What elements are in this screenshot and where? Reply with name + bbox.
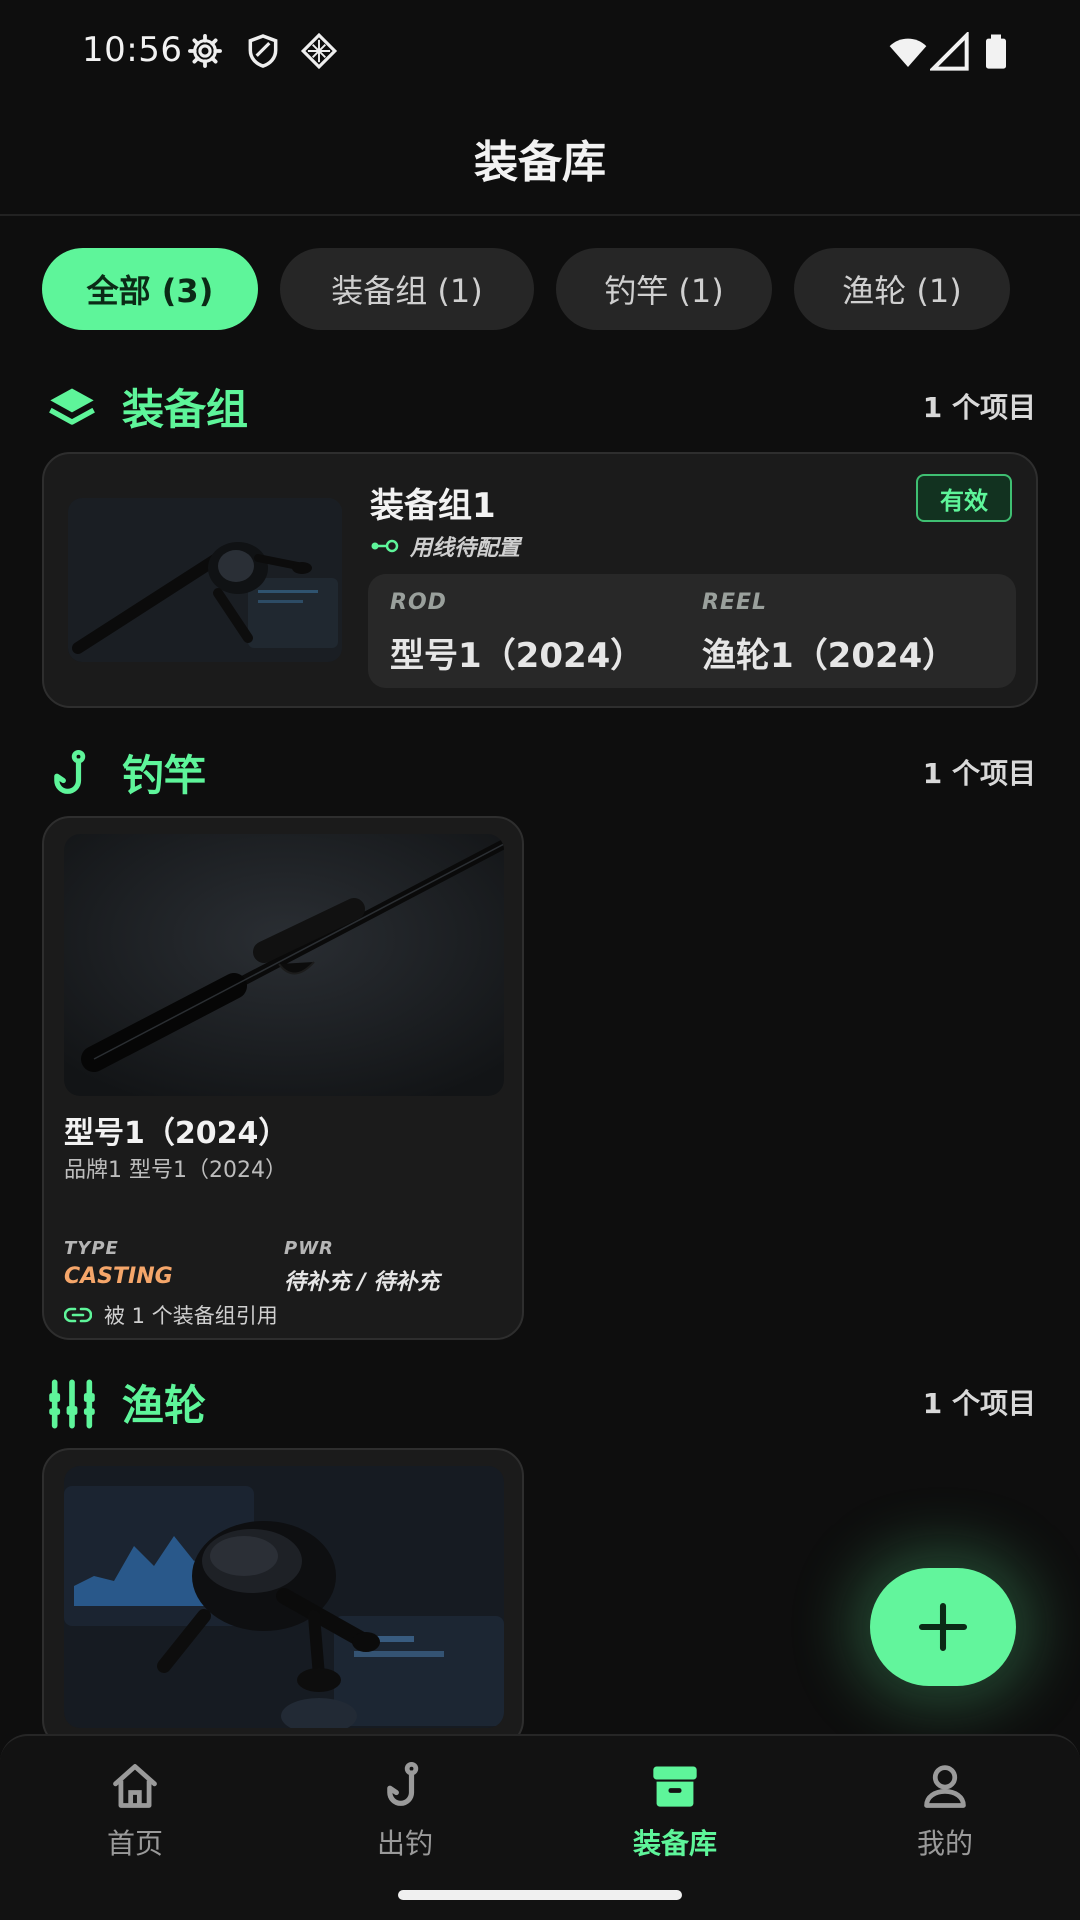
reel-label: REEL: [702, 590, 768, 615]
archive-icon: [653, 1766, 697, 1807]
section-count-rods: 1 个项目: [922, 757, 1036, 790]
rod-subtitle: 品牌1 型号1（2024）: [64, 1158, 287, 1183]
filter-chip-reels[interactable]: 渔轮 (1): [794, 248, 1010, 330]
app-header: 装备库: [0, 100, 1080, 216]
layers-icon: [49, 388, 95, 425]
nav-item-profile[interactable]: 我的: [845, 1760, 1045, 1880]
nav-label-fishing: 出钓: [376, 1827, 433, 1860]
reel-image: [64, 1466, 504, 1728]
reel-card[interactable]: [42, 1448, 524, 1748]
line-status-text: 用线待配置: [410, 536, 521, 561]
battery-icon: [986, 34, 1006, 69]
status-bar: 10:56: [0, 0, 1080, 100]
reference-row: 被 1 个装备组引用: [64, 1300, 278, 1330]
section-header-reels: 渔轮 1 个项目: [0, 1368, 1080, 1438]
filter-chip-rods[interactable]: 钓竿 (1): [556, 248, 772, 330]
sliders-icon: [49, 1379, 95, 1429]
set-card[interactable]: 装备组1 有效 用线待配置 ROD 型号1（2024） REEL 渔轮1（202…: [42, 452, 1038, 708]
section-header-sets: 装备组 1 个项目: [0, 372, 1080, 442]
home-icon: [113, 1764, 157, 1808]
type-value: CASTING: [64, 1264, 173, 1289]
set-name: 装备组1: [370, 486, 496, 526]
signal-icon: [930, 32, 969, 71]
line-connector-icon: [371, 539, 399, 553]
section-header-rods: 钓竿 1 个项目: [0, 738, 1080, 808]
section-title-sets: 装备组: [122, 385, 249, 434]
add-button[interactable]: [870, 1568, 1016, 1686]
nav-item-gear[interactable]: 装备库: [575, 1760, 775, 1880]
grid-diamond-icon: [300, 32, 338, 70]
wifi-icon: [889, 38, 927, 67]
type-label: TYPE: [64, 1238, 119, 1259]
nav-label-profile: 我的: [916, 1827, 973, 1860]
shield-icon: [248, 34, 278, 68]
link-icon: [64, 1307, 92, 1323]
reference-text: 被 1 个装备组引用: [104, 1304, 278, 1328]
rod-card[interactable]: 型号1（2024） 品牌1 型号1（2024） TYPE CASTING PWR…: [42, 816, 524, 1340]
nav-label-gear: 装备库: [632, 1827, 717, 1860]
set-specs: ROD 型号1（2024） REEL 渔轮1（2024）: [368, 574, 1016, 688]
rod-image: [64, 834, 504, 1096]
section-count-reels: 1 个项目: [922, 1387, 1036, 1420]
status-badge: 有效: [916, 474, 1012, 522]
set-thumbnail-image: [68, 498, 342, 662]
filter-chip-all[interactable]: 全部 (3): [42, 248, 258, 330]
plus-icon: [918, 1602, 968, 1652]
nav-item-fishing[interactable]: 出钓: [305, 1760, 505, 1880]
pwr-value: 待补充 / 待补充: [284, 1270, 440, 1295]
gear-icon: [188, 34, 222, 68]
nav-label-home: 首页: [106, 1827, 163, 1860]
rod-name: 型号1（2024）: [64, 1116, 289, 1151]
page-title: 装备库: [474, 137, 606, 188]
rod-value: 型号1（2024）: [390, 636, 645, 676]
rod-label: ROD: [390, 590, 447, 615]
section-title-reels: 渔轮: [122, 1381, 207, 1430]
filter-chip-sets[interactable]: 装备组 (1): [280, 248, 534, 330]
nav-item-home[interactable]: 首页: [35, 1760, 235, 1880]
pwr-label: PWR: [284, 1238, 334, 1259]
status-time: 10:56: [82, 30, 183, 70]
user-icon: [924, 1765, 966, 1808]
line-status: 用线待配置: [370, 530, 520, 562]
section-count-sets: 1 个项目: [922, 391, 1036, 424]
hook-icon: [387, 1761, 419, 1806]
home-indicator[interactable]: [398, 1890, 682, 1900]
reel-value: 渔轮1（2024）: [702, 636, 957, 676]
hook-icon: [54, 749, 86, 794]
section-title-rods: 钓竿: [122, 751, 207, 800]
